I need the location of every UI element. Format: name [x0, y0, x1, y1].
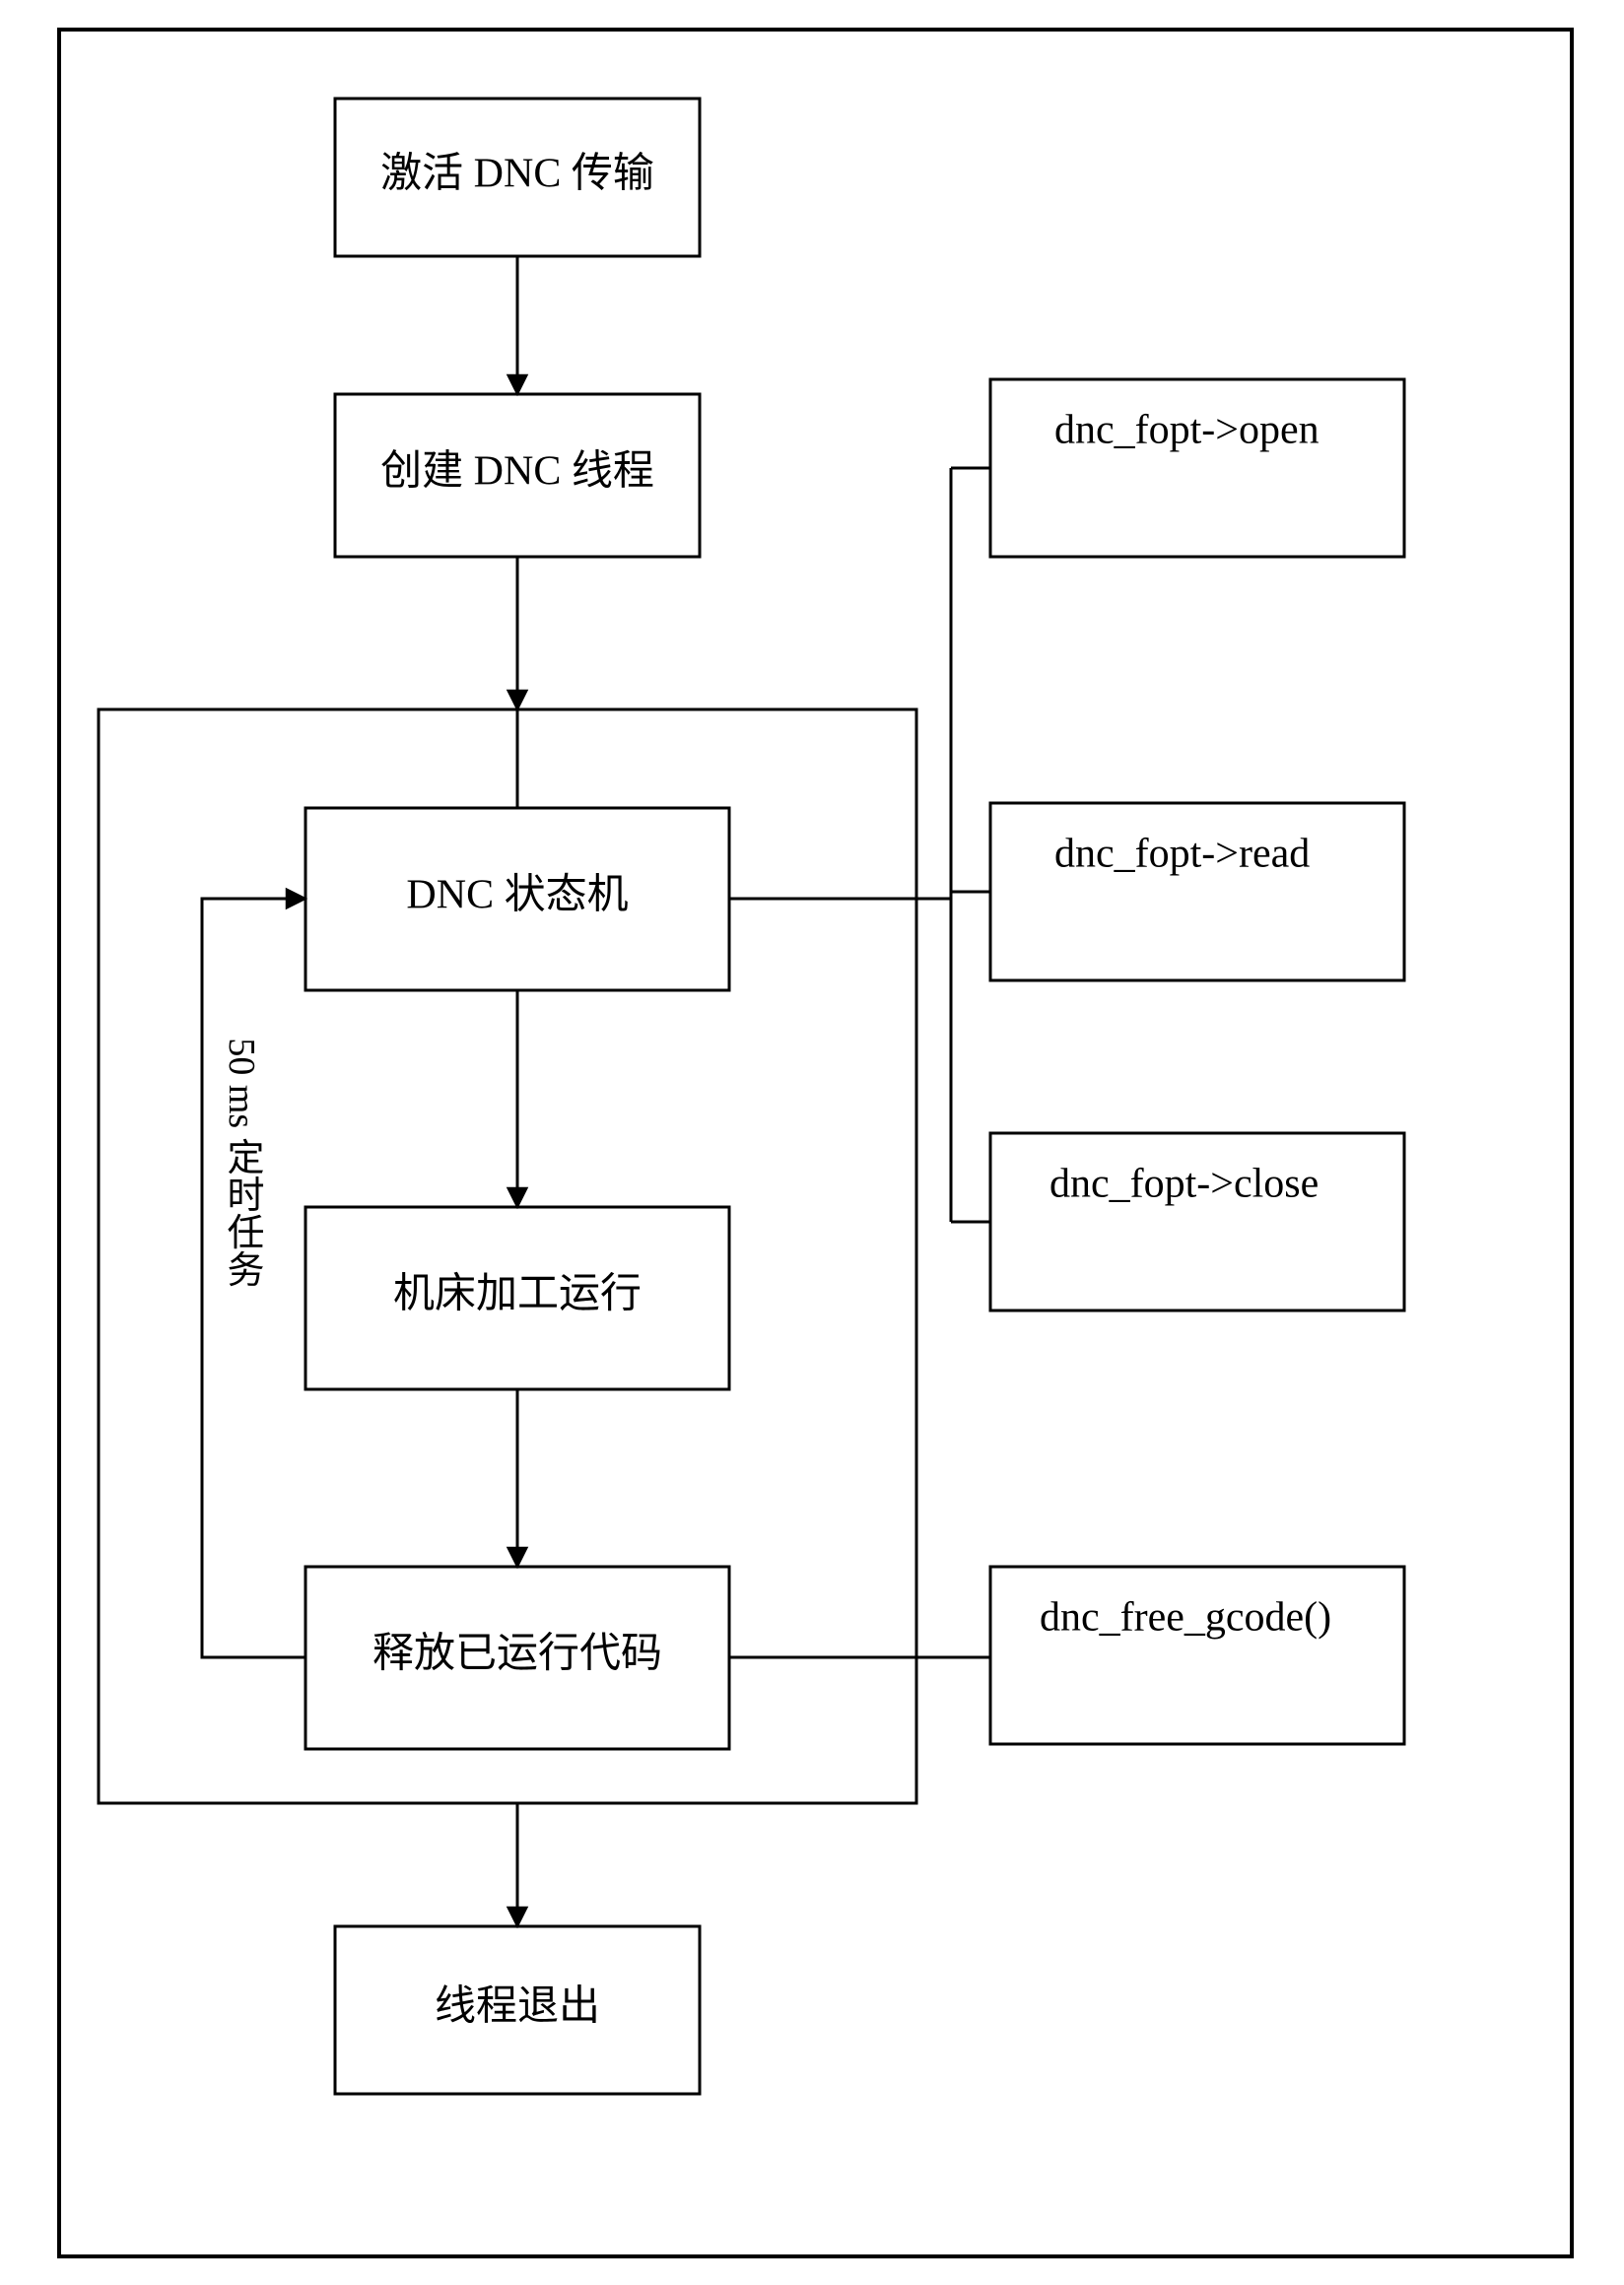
node-close-label: dnc_fopt->close: [1049, 1162, 1319, 1207]
node-open-label: dnc_fopt->open: [1054, 408, 1320, 453]
node-activate-label: 激活 DNC 传输: [380, 152, 654, 197]
node-close: [990, 1133, 1404, 1311]
loop-label: 50 ms 定时任务: [221, 1038, 264, 1287]
node-free: [990, 1567, 1404, 1744]
flowchart-diagram: 激活 DNC 传输 创建 DNC 线程 DNC 状态机 机床加工运行 释放已运行…: [0, 0, 1624, 2285]
node-release-label: 释放已运行代码: [372, 1632, 662, 1677]
node-open: [990, 379, 1404, 557]
node-exit-label: 线程退出: [435, 1984, 600, 2030]
node-machine-label: 机床加工运行: [393, 1272, 642, 1317]
node-free-label: dnc_free_gcode(): [1040, 1595, 1331, 1641]
node-statemachine-label: DNC 状态机: [406, 873, 628, 918]
node-read: [990, 803, 1404, 980]
node-read-label: dnc_fopt->read: [1054, 832, 1310, 877]
node-create-label: 创建 DNC 线程: [380, 449, 654, 495]
outer-frame: [59, 30, 1572, 2256]
